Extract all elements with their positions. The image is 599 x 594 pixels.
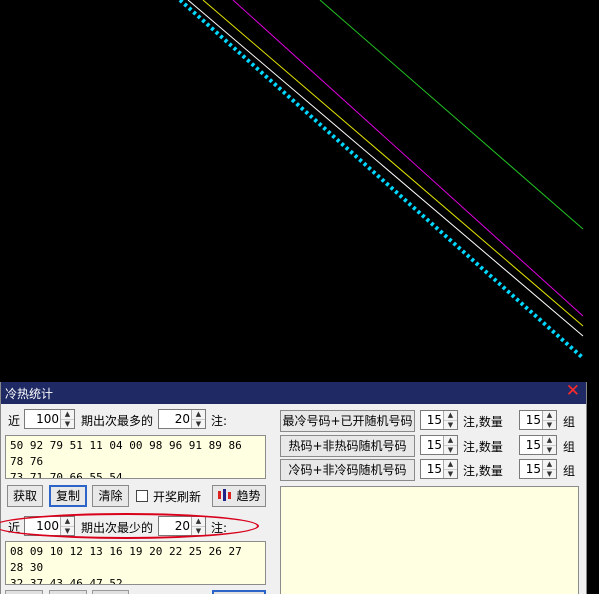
spin-arrows-icon[interactable]: ▲ ▼ bbox=[542, 460, 556, 478]
gen-qty-stepper[interactable]: ▲▼ bbox=[519, 410, 557, 430]
cold-prefix-label: 近 bbox=[8, 521, 21, 535]
gen-qty-stepper[interactable]: ▲▼ bbox=[519, 435, 557, 455]
partial-button[interactable] bbox=[49, 590, 87, 594]
cold-count-stepper[interactable]: ▲▼ bbox=[158, 516, 206, 536]
gen-hot-plus-nonhot-button[interactable]: 热码+非热码随机号码 bbox=[280, 435, 415, 457]
gen-coldest-plus-drawn-button[interactable]: 最冷号码+已开随机号码 bbox=[280, 410, 415, 432]
spin-arrows-icon[interactable]: ▲ ▼ bbox=[542, 411, 556, 429]
gen-notes-input[interactable] bbox=[421, 460, 444, 478]
copy-button[interactable]: 复制 bbox=[49, 485, 87, 507]
gen-notes-unit: 注,数量 bbox=[463, 440, 503, 454]
trend-button[interactable]: 趋势 bbox=[212, 485, 266, 507]
hot-count-stepper[interactable]: ▲▼ bbox=[158, 409, 206, 429]
gen-notes-stepper[interactable]: ▲▼ bbox=[420, 435, 458, 455]
draw-refresh-checkbox[interactable] bbox=[136, 490, 148, 502]
partial-button[interactable] bbox=[212, 590, 266, 594]
gen-notes-unit: 注,数量 bbox=[463, 415, 503, 429]
gen-qty-input[interactable] bbox=[520, 460, 543, 478]
gen-notes-input[interactable] bbox=[421, 436, 444, 454]
chart-line-white bbox=[187, 0, 584, 337]
gen-notes-unit: 注,数量 bbox=[463, 464, 503, 478]
dialog-titlebar[interactable]: 冷热统计 ✕ bbox=[1, 381, 586, 404]
hot-periods-input[interactable] bbox=[25, 410, 61, 428]
hot-numbers-line: 50 92 79 51 11 04 00 98 96 91 89 86 78 7… bbox=[10, 439, 242, 468]
gen-notes-input[interactable] bbox=[421, 411, 444, 429]
gen-notes-stepper[interactable]: ▲▼ bbox=[420, 410, 458, 430]
gen-qty-unit: 组 bbox=[563, 440, 576, 454]
spin-arrows-icon[interactable]: ▲ ▼ bbox=[443, 411, 457, 429]
dialog-title: 冷热统计 bbox=[5, 387, 54, 401]
hot-count-input[interactable] bbox=[159, 410, 192, 428]
gen-qty-unit: 组 bbox=[563, 415, 576, 429]
spin-arrows-icon[interactable]: ▲ ▼ bbox=[443, 436, 457, 454]
spin-arrows-icon[interactable]: ▲ ▼ bbox=[60, 517, 74, 535]
hot-numbers-box[interactable]: 50 92 79 51 11 04 00 98 96 91 89 86 78 7… bbox=[5, 435, 266, 479]
cold-hot-stats-dialog: 冷热统计 ✕ 近 ▲▼ 期出次最多的 ▲▼ 注: 50 92 79 51 11 … bbox=[0, 381, 587, 594]
hot-suffix-label: 注: bbox=[211, 414, 228, 428]
cold-numbers-box[interactable]: 08 09 10 12 13 16 19 20 22 25 26 27 28 3… bbox=[5, 541, 266, 585]
spin-arrows-icon[interactable]: ▲ ▼ bbox=[443, 460, 457, 478]
cold-numbers-line: 32 37 43 46 47 52 bbox=[10, 577, 123, 585]
cold-suffix-label: 注: bbox=[211, 521, 228, 535]
gen-qty-unit: 组 bbox=[563, 464, 576, 478]
spin-arrows-icon[interactable]: ▲ ▼ bbox=[542, 436, 556, 454]
trend-button-label: 趋势 bbox=[236, 489, 261, 503]
draw-refresh-label: 开奖刷新 bbox=[153, 490, 202, 504]
hot-mid-label: 期出次最多的 bbox=[81, 414, 154, 428]
trend-chart-canvas bbox=[178, 0, 585, 360]
fetch-button[interactable]: 获取 bbox=[7, 485, 43, 507]
gen-qty-input[interactable] bbox=[520, 411, 543, 429]
clear-button[interactable]: 清除 bbox=[92, 485, 129, 507]
hot-periods-stepper[interactable]: ▲▼ bbox=[24, 409, 75, 429]
cold-periods-stepper[interactable]: ▲▼ bbox=[24, 516, 75, 536]
spin-arrows-icon[interactable]: ▲ ▼ bbox=[191, 410, 205, 428]
partial-button[interactable] bbox=[92, 590, 129, 594]
spin-arrows-icon[interactable]: ▲ ▼ bbox=[191, 517, 205, 535]
generated-numbers-box[interactable] bbox=[280, 486, 579, 594]
spin-arrows-icon[interactable]: ▲ ▼ bbox=[60, 410, 74, 428]
chart-line-magenta bbox=[232, 0, 584, 317]
hot-numbers-line: 73 71 70 66 55 54 bbox=[10, 471, 123, 479]
partial-button[interactable] bbox=[5, 590, 43, 594]
trend-chart-icon bbox=[218, 489, 232, 501]
gen-cold-plus-noncold-button[interactable]: 冷码+非冷码随机号码 bbox=[280, 459, 415, 481]
cold-count-input[interactable] bbox=[159, 517, 192, 535]
cold-numbers-line: 08 09 10 12 13 16 19 20 22 25 26 27 28 3… bbox=[10, 545, 242, 574]
cold-periods-input[interactable] bbox=[25, 517, 61, 535]
gen-notes-stepper[interactable]: ▲▼ bbox=[420, 459, 458, 479]
gen-qty-input[interactable] bbox=[520, 436, 543, 454]
close-icon[interactable]: ✕ bbox=[566, 381, 580, 401]
chart-line-yellow bbox=[202, 0, 584, 327]
cold-mid-label: 期出次最少的 bbox=[81, 521, 154, 535]
hot-prefix-label: 近 bbox=[8, 414, 21, 428]
gen-qty-stepper[interactable]: ▲▼ bbox=[519, 459, 557, 479]
